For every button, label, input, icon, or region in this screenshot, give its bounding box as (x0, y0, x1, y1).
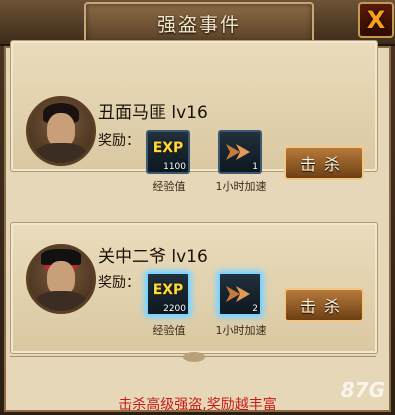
close-button[interactable]: X (358, 2, 394, 38)
reward-label-1: 奖励： (98, 133, 140, 149)
divider-ornament (183, 352, 205, 362)
body-shape (35, 291, 87, 311)
reward-label-2: 奖励： (98, 275, 140, 291)
speedup-arrow-icon (226, 286, 250, 302)
face-shape (47, 113, 75, 147)
face-shape (47, 261, 75, 295)
body-shape (35, 143, 87, 163)
bandit-avatar-1 (26, 96, 96, 166)
speed-item-slot-1[interactable]: 1 (218, 130, 262, 174)
exp-qty: 2200 (163, 304, 186, 314)
bandit-name-2: 关中二爷 lv16 (98, 247, 208, 267)
exp-badge: EXP (152, 140, 184, 156)
dialog-title: 强盗事件 (156, 13, 241, 36)
speed-item-label-2: 1小时加速 (215, 324, 267, 337)
speed-qty: 1 (252, 162, 258, 172)
footer-hint: 击杀高级强盗,奖励越丰富 (118, 397, 277, 413)
speed-qty: 2 (252, 304, 258, 314)
bandit-name-1: 丑面马匪 lv16 (98, 103, 208, 123)
kill-button-1[interactable]: 击杀 (284, 146, 364, 180)
exp-badge: EXP (152, 282, 184, 298)
speed-item-label-1: 1小时加速 (215, 180, 267, 193)
bandit-avatar-2 (26, 244, 96, 314)
speed-item-slot-2[interactable]: 2 (218, 272, 262, 316)
title-plate: 强盗事件 (84, 2, 314, 44)
exp-qty: 1100 (163, 162, 186, 172)
watermark: 87G (340, 378, 385, 402)
exp-item-slot-1[interactable]: EXP 1100 (146, 130, 190, 174)
kill-button-2[interactable]: 击杀 (284, 288, 364, 322)
exp-item-slot-2[interactable]: EXP 2200 (146, 272, 190, 316)
speedup-arrow-icon (226, 144, 250, 160)
